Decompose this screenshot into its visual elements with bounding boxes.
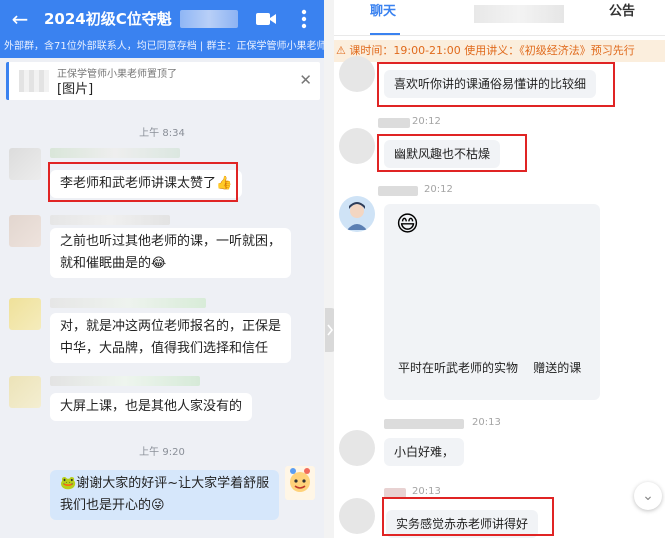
message-time: 20:12 — [424, 184, 453, 195]
avatar[interactable] — [9, 215, 41, 247]
image-message-bubble[interactable]: 😄 平时在听武老师的实物 赠送的课 — [384, 204, 600, 400]
sender-name-blurred — [50, 148, 180, 158]
avatar[interactable] — [9, 148, 41, 180]
tab-blurred[interactable] — [474, 5, 564, 23]
group-title: 2024初级C位夺魁 — [44, 10, 172, 28]
laughing-icon: 😂 — [151, 256, 167, 271]
message-text-line: 我们也是开心的 — [60, 498, 152, 513]
pinned-message[interactable]: 正保学管师小果老师置顶了 [图片] ✕ — [6, 62, 320, 100]
sender-name-blurred — [384, 488, 406, 498]
message-bubble[interactable]: 之前也听过其他老师的课，一听就困， 就和催眠曲是的😂 — [50, 228, 292, 278]
message-bubble[interactable]: 对，就是冲这两位老师报名的，正保是 中华，大品牌，值得我们选择和信任 — [50, 313, 292, 363]
message-text-line: 谢谢大家的好评~让大家学着舒服 — [76, 476, 270, 491]
sender-name-blurred — [378, 118, 410, 128]
message-text-line: 中华，大品牌，值得我们选择和信任 — [60, 341, 269, 356]
chat-header: ← 2024初级C位夺魁 — [0, 0, 324, 38]
message-bubble[interactable]: 实务感觉赤赤老师讲得好 — [386, 510, 539, 538]
tab-announcement[interactable]: 公告 — [609, 0, 649, 36]
avatar[interactable] — [339, 196, 375, 232]
group-chat-panel: ← 2024初级C位夺魁 外部群，含71位外部联系人，均已同意存档 | 群主：正… — [0, 0, 324, 538]
frog-icon: 🐸 — [60, 476, 77, 491]
course-info-marquee: ⚠ 课时间：19:00-21:00 使用讲义：《初级经济法》预习先行 — [334, 40, 665, 62]
timestamp: 上午 8:34 — [139, 128, 185, 139]
message-time: 20:12 — [412, 116, 441, 127]
sender-name-blurred — [384, 419, 464, 429]
avatar[interactable] — [339, 128, 375, 164]
avatar[interactable] — [339, 430, 375, 466]
smiling-face-icon: 😄 — [396, 212, 419, 237]
message-time: 20:13 — [472, 417, 501, 428]
message-bubble[interactable]: 小白好难， — [384, 438, 465, 466]
sender-name-blurred — [50, 215, 170, 225]
message-bubble[interactable]: 大屏上课，也是其他人家没有的 — [50, 393, 253, 421]
message-text: 喜欢听你讲的课通俗易懂讲的比较细 — [394, 77, 587, 91]
chevron-down-icon[interactable]: ⌄ — [634, 482, 662, 510]
timestamp: 上午 9:20 — [139, 447, 185, 458]
message-text: 大屏上课，也是其他人家没有的 — [60, 399, 243, 414]
group-notice-bar: 外部群，含71位外部联系人，均已同意存档 | 群主：正保学管师小果老师 — [0, 38, 324, 58]
message-bubble[interactable]: 幽默风趣也不枯燥 — [384, 140, 501, 168]
more-vertical-icon[interactable] — [294, 7, 314, 31]
message-text: 平时在听武老师的实物 赠送的课 — [398, 361, 582, 375]
message-text: 实务感觉赤赤老师讲得好 — [396, 517, 529, 531]
sender-name-blurred — [50, 298, 206, 308]
panel-divider — [324, 0, 334, 538]
teacher-cartoon-avatar[interactable] — [285, 466, 315, 500]
message-text: 小白好难， — [394, 445, 455, 459]
my-message-bubble[interactable]: 🐸谢谢大家的好评~让大家学着舒服 我们也是开心的😜 — [50, 470, 280, 520]
message-bubble[interactable]: 李老师和武老师讲课太赞了👍 — [50, 170, 243, 198]
message-text: 幽默风趣也不枯燥 — [394, 147, 491, 161]
sender-name-blurred — [378, 186, 418, 196]
message-text-line: 之前也听过其他老师的课，一听就困， — [60, 234, 282, 249]
active-tab-indicator — [370, 33, 400, 35]
warning-icon: ⚠ — [336, 44, 346, 57]
live-chat-panel: 聊天 公告 ⚠ 课时间：19:00-21:00 使用讲义：《初级经济法》预习先行… — [334, 0, 665, 538]
message-text-line: 就和催眠曲是的 — [60, 256, 152, 271]
avatar[interactable] — [9, 376, 41, 408]
message-time: 20:13 — [412, 486, 441, 497]
pinned-thumbnail — [19, 70, 49, 92]
message-text: 李老师和武老师讲课太赞了 — [60, 176, 217, 191]
thumbs-up-icon: 👍 — [216, 176, 233, 191]
marquee-text: 课时间：19:00-21:00 使用讲义：《初级经济法》预习先行 — [349, 44, 635, 57]
message-bubble[interactable]: 喜欢听你讲的课通俗易懂讲的比较细 — [384, 70, 597, 98]
tab-chat[interactable]: 聊天 — [370, 0, 406, 36]
avatar[interactable] — [9, 298, 41, 330]
avatar[interactable] — [339, 56, 375, 92]
close-icon[interactable]: ✕ — [299, 71, 312, 89]
blurred-title-suffix — [180, 10, 238, 28]
tab-bar: 聊天 公告 — [334, 0, 665, 36]
video-camera-icon[interactable] — [255, 10, 277, 28]
sender-name-blurred — [50, 376, 200, 386]
avatar[interactable] — [339, 498, 375, 534]
pinned-content: [图片] — [57, 82, 94, 97]
arrow-left-icon[interactable]: ← — [8, 7, 32, 31]
message-text-line: 对，就是冲这两位老师报名的，正保是 — [60, 319, 282, 334]
tongue-out-icon: 😜 — [151, 498, 165, 513]
